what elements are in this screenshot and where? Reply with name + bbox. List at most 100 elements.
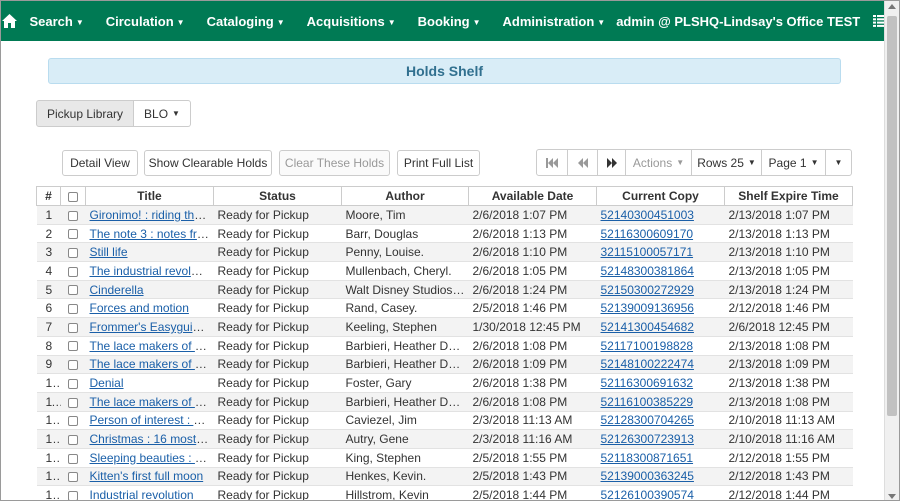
column-header-title[interactable]: Title [85,186,214,206]
current-copy-link[interactable]: 52118300871651 [601,451,694,465]
row-checkbox[interactable] [68,341,78,352]
table-row[interactable]: 9 The lace makers of Gle… Ready for Pickup… [36,355,853,375]
table-row[interactable]: 1 Gironimo! : riding the v… Ready for Pick… [36,205,853,225]
row-checkbox[interactable] [68,453,78,464]
table-row[interactable]: 12 Person of interest : Th… Ready for Pick… [36,411,853,431]
title-link[interactable]: Christmas : 16 most re… [90,432,214,446]
scroll-down-icon[interactable] [888,494,896,499]
current-copy-link[interactable]: 52128300704265 [601,413,694,427]
current-copy-link[interactable]: 52126300723913 [601,432,694,446]
actions-dropdown[interactable]: Actions ▼ [625,150,691,175]
row-checkbox-cell [60,224,86,244]
title-link[interactable]: Kitten's first full moon [90,469,204,483]
scroll-up-icon[interactable] [888,4,896,9]
row-checkbox[interactable] [68,304,78,315]
table-row[interactable]: 15 Kitten's first full moon Ready for Pick… [36,467,853,487]
title-link[interactable]: Industrial revolution [90,488,194,500]
table-row[interactable]: 4 The industrial revolutio… Ready for Pick… [36,261,853,281]
row-checkbox[interactable] [68,472,78,483]
title-link[interactable]: Still life [90,245,128,259]
title-link[interactable]: The lace makers of Gle… [90,395,214,409]
current-copy-link[interactable]: 52148300381864 [601,264,694,278]
next-page-icon[interactable] [597,150,625,175]
nav-search[interactable]: Search ▼ [18,14,94,29]
table-row[interactable]: 6 Forces and motion Ready for Pickup Rand, … [36,298,853,319]
current-user[interactable]: admin @ PLSHQ-Lindsay's Office TEST [616,14,872,29]
row-checkbox[interactable] [68,248,78,259]
current-copy-link[interactable]: 52117100198828 [601,339,694,353]
column-options-dropdown[interactable]: ▼ [825,150,851,175]
title-link[interactable]: Person of interest : Th… [90,413,214,427]
current-copy-link[interactable]: 52126100390574 [601,488,694,500]
detail-view-button[interactable]: Detail View [62,150,138,176]
title-link[interactable]: Cinderella [90,283,144,297]
table-row[interactable]: 7 Frommer's Easyguide t… Ready for Pickup K… [36,317,853,337]
table-row[interactable]: 16 Industrial revolution Ready for Pickup H… [36,485,853,500]
title-link[interactable]: Frommer's Easyguide t… [90,320,214,334]
row-checkbox-cell [60,355,86,375]
pickup-library-dropdown[interactable]: BLO ▼ [134,100,191,127]
title-link[interactable]: Denial [90,376,124,390]
current-copy-link[interactable]: 52139009136956 [601,301,694,315]
nav-circulation[interactable]: Circulation ▼ [95,14,196,29]
title-link[interactable]: The note 3 : notes from… [90,227,214,241]
column-header-shelf-expire-time[interactable]: Shelf Expire Time [724,186,853,206]
column-header-select-all[interactable] [60,186,86,206]
nav-acquisitions[interactable]: Acquisitions ▼ [296,14,407,29]
show-clearable-holds-button[interactable]: Show Clearable Holds [144,150,272,176]
table-row[interactable]: 5 Cinderella Ready for Pickup Walt Disney S… [36,280,853,300]
table-row[interactable]: 14 Sleeping beauties : a n… Ready for Pick… [36,448,853,468]
title-link[interactable]: Sleeping beauties : a n… [90,451,214,465]
current-copy-link[interactable]: 52139000363245 [601,469,694,483]
table-row[interactable]: 3 Still life Ready for Pickup Penny, Louise… [36,242,853,263]
first-page-icon[interactable] [537,150,567,175]
vertical-scrollbar[interactable] [884,1,899,500]
table-row[interactable]: 10 Denial Ready for Pickup Foster, Gary 2/6/… [36,373,853,393]
print-full-list-button[interactable]: Print Full List [397,150,480,176]
title-link[interactable]: The lace makers of Gle… [90,357,214,371]
table-row[interactable]: 13 Christmas : 16 most re… Ready for Picku… [36,429,853,449]
row-checkbox[interactable] [68,266,78,277]
table-row[interactable]: 2 The note 3 : notes from… Ready for Picku… [36,224,853,244]
current-copy-link[interactable]: 52140300451003 [601,208,694,222]
clear-these-holds-button[interactable]: Clear These Holds [279,150,390,176]
title-link[interactable]: The industrial revolutio… [90,264,214,278]
current-copy-link[interactable]: 32115100057171 [601,245,694,259]
row-checkbox[interactable] [68,490,78,500]
table-row[interactable]: 8 The lace makers of Gle… Ready for Pickup… [36,336,853,356]
page-number-dropdown[interactable]: Page 1 ▼ [761,150,825,175]
title-link[interactable]: Gironimo! : riding the v… [90,208,214,222]
current-copy-link[interactable]: 52116100385229 [601,395,694,409]
row-checkbox[interactable] [68,360,78,371]
nav-cataloging[interactable]: Cataloging ▼ [196,14,296,29]
current-copy-link[interactable]: 52116300691632 [601,376,694,390]
current-copy-link[interactable]: 52116300609170 [601,227,694,241]
select-all-checkbox[interactable] [68,191,78,202]
pickup-library-selector: Pickup Library BLO ▼ [36,100,191,127]
current-copy-link[interactable]: 52141300454682 [601,320,694,334]
current-copy-link[interactable]: 52148100222474 [601,357,694,371]
nav-administration[interactable]: Administration ▼ [492,14,617,29]
nav-booking[interactable]: Booking ▼ [407,14,492,29]
title-link[interactable]: The lace makers of Gle… [90,339,214,353]
row-checkbox[interactable] [68,434,78,445]
row-checkbox[interactable] [68,416,78,427]
row-checkbox[interactable] [68,322,78,333]
column-header-number[interactable]: # [36,186,61,206]
row-checkbox[interactable] [68,378,78,389]
column-header-status[interactable]: Status [213,186,342,206]
rows-per-page-dropdown[interactable]: Rows 25 ▼ [691,150,761,175]
column-header-current-copy[interactable]: Current Copy [596,186,725,206]
row-checkbox[interactable] [68,210,78,221]
current-copy-link[interactable]: 52150300272929 [601,283,694,297]
row-checkbox[interactable] [68,397,78,408]
row-checkbox[interactable] [68,285,78,296]
column-header-author[interactable]: Author [341,186,469,206]
home-icon[interactable] [1,14,18,28]
scrollbar-thumb[interactable] [887,16,897,416]
row-checkbox[interactable] [68,229,78,240]
previous-page-icon[interactable] [567,150,597,175]
column-header-available-date[interactable]: Available Date [468,186,597,206]
title-link[interactable]: Forces and motion [90,301,189,315]
table-row[interactable]: 11 The lace makers of Gle… Ready for Picku… [36,392,853,412]
